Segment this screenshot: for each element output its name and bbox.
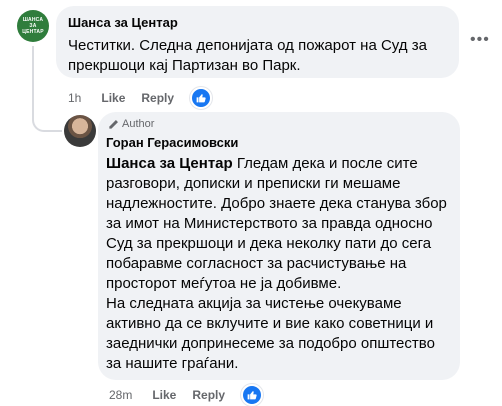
comment-text-body: На следната акција за чистење очекуваме … <box>106 295 435 372</box>
avatar-text: ЦЕНТАР <box>22 29 44 35</box>
pencil-icon <box>109 119 118 129</box>
comment-time[interactable]: 28m <box>109 388 132 402</box>
thread-line <box>32 46 34 120</box>
comment-text: Честитки. Следна депонијата од пожарот н… <box>68 37 427 74</box>
thumbs-up-icon[interactable] <box>190 87 213 109</box>
thread-connector <box>32 118 62 132</box>
author-badge-label: Author <box>122 118 155 130</box>
comment-author[interactable]: Горан Герасимовски <box>106 135 238 151</box>
comment-actions: 1h Like Reply <box>68 87 213 109</box>
comment-time[interactable]: 1h <box>68 91 81 105</box>
reply-button[interactable]: Reply <box>192 388 225 402</box>
comment-actions: 28m Like Reply <box>109 384 264 406</box>
author-badge: Author <box>108 118 154 130</box>
more-options-icon[interactable]: ••• <box>470 32 490 48</box>
comment-text-body: Гледам дека и после сите разговори, допи… <box>106 155 447 292</box>
mention-link[interactable]: Шанса за Центар <box>106 155 233 172</box>
comment-bubble: Шанса за Центар Честитки. Следна депониј… <box>56 6 459 78</box>
avatar[interactable]: ШАНСА ЗА ЦЕНТАР <box>17 10 49 42</box>
comment-text: Шанса за Центар Гледам дека и после сите… <box>106 154 454 374</box>
thumbs-up-icon[interactable] <box>241 384 264 406</box>
like-button[interactable]: Like <box>101 91 125 105</box>
comment-author[interactable]: Шанса за Центар <box>68 15 178 31</box>
reply-button[interactable]: Reply <box>141 91 174 105</box>
avatar[interactable] <box>64 115 96 147</box>
like-button[interactable]: Like <box>152 388 176 402</box>
